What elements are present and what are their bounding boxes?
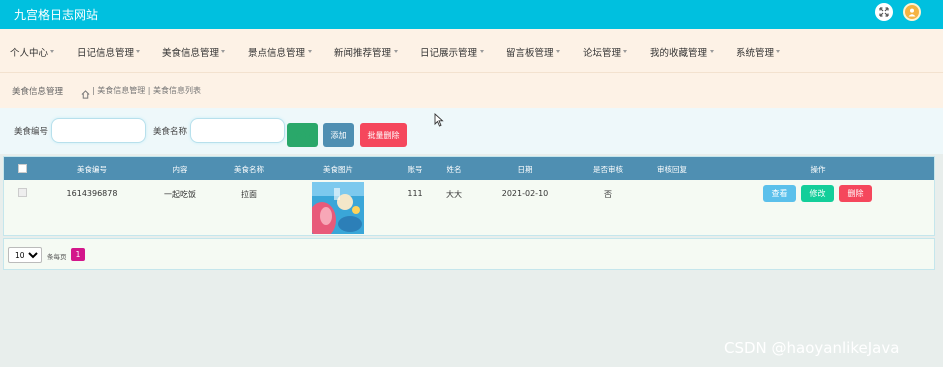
chevron-down-icon — [556, 50, 560, 53]
food-name-input[interactable] — [190, 118, 285, 143]
edit-button[interactable]: 修改 — [801, 185, 834, 202]
row-checkbox[interactable] — [18, 188, 27, 197]
food-name-label: 美食名称 — [153, 127, 188, 137]
cell-person: 大大 — [446, 190, 462, 199]
nav-item-forum[interactable]: 论坛管理 — [583, 45, 621, 59]
breadcrumb-path[interactable]: | 美食信息管理 | 美食信息列表 — [92, 85, 201, 96]
food-id-input[interactable] — [51, 118, 146, 143]
nav-item-diary-display[interactable]: 日记展示管理 — [420, 45, 477, 59]
food-table: 美食编号 内容 美食名称 美食图片 账号 姓名 日期 是否审核 审核回复 操作 … — [3, 156, 935, 236]
watermark-text: CSDN @haoyanlikeJava — [724, 339, 900, 357]
nav-item-news-recommend[interactable]: 新闻推荐管理 — [334, 45, 391, 59]
th-food-name[interactable]: 美食名称 — [234, 164, 264, 175]
chevron-down-icon — [710, 50, 714, 53]
chevron-down-icon — [776, 50, 780, 53]
cell-date: 2021-02-10 — [501, 189, 549, 198]
cell-food-name: 拉面 — [241, 190, 257, 199]
select-all-checkbox[interactable] — [18, 164, 27, 173]
nav-item-food-info[interactable]: 美食信息管理 — [162, 45, 219, 59]
fullscreen-icon[interactable] — [875, 3, 893, 21]
chevron-down-icon — [308, 50, 312, 53]
th-account[interactable]: 账号 — [408, 164, 423, 175]
table-header: 美食编号 内容 美食名称 美食图片 账号 姓名 日期 是否审核 审核回复 操作 — [4, 157, 934, 180]
page-size-select[interactable]: 10 — [8, 247, 42, 263]
site-title: 九宫格日志网站 — [14, 8, 99, 22]
cell-reviewed: 否 — [604, 190, 612, 199]
avatar-icon[interactable] — [903, 3, 921, 21]
view-button[interactable]: 查看 — [763, 185, 796, 202]
th-content[interactable]: 内容 — [173, 164, 188, 175]
nav-item-personal-center[interactable]: 个人中心 — [10, 45, 48, 59]
nav-item-diary-info[interactable]: 日记信息管理 — [77, 45, 134, 59]
nav-item-message-board[interactable]: 留言板管理 — [506, 45, 554, 59]
th-food-image: 美食图片 — [323, 165, 353, 174]
breadcrumb: 美食信息管理 | 美食信息管理 | 美食信息列表 — [0, 73, 943, 108]
nav-item-favorites[interactable]: 我的收藏管理 — [650, 45, 707, 59]
chevron-down-icon — [136, 50, 140, 53]
pagination: 10 条每页 1 — [3, 238, 935, 270]
th-food-id[interactable]: 美食编号 — [77, 164, 107, 175]
cell-account: 111 — [407, 189, 423, 198]
nav-item-system[interactable]: 系统管理 — [736, 45, 774, 59]
th-reply[interactable]: 审核回复 — [657, 164, 687, 175]
main-nav: 个人中心 日记信息管理 美食信息管理 景点信息管理 新闻推荐管理 日记展示管理 … — [0, 29, 943, 73]
page-title: 美食信息管理 — [12, 87, 64, 97]
chevron-down-icon — [50, 50, 54, 53]
cell-content: 一起吃饭 — [164, 190, 196, 199]
query-button[interactable]: 查询 — [287, 123, 318, 147]
per-page-label: 条每页 — [47, 253, 67, 261]
th-actions: 操作 — [810, 165, 826, 174]
chevron-down-icon — [394, 50, 398, 53]
chevron-down-icon — [623, 50, 627, 53]
top-bar: 九宫格日志网站 — [0, 0, 943, 29]
food-id-label: 美食编号 — [14, 127, 49, 137]
add-button[interactable]: 添加 — [323, 123, 354, 147]
mouse-cursor-icon — [434, 112, 444, 131]
food-image[interactable] — [312, 182, 364, 234]
th-date[interactable]: 日期 — [518, 164, 533, 175]
batch-delete-button[interactable]: 批量删除 — [360, 123, 407, 147]
page-number-current[interactable]: 1 — [71, 248, 85, 261]
home-icon[interactable] — [81, 84, 90, 103]
cell-food-id: 1614396878 — [66, 189, 118, 198]
chevron-down-icon — [221, 50, 225, 53]
th-reviewed[interactable]: 是否审核 — [593, 164, 623, 175]
th-person[interactable]: 姓名 — [447, 164, 462, 175]
delete-button[interactable]: 删除 — [839, 185, 872, 202]
search-form: 美食编号 美食名称 查询 添加 批量删除 — [0, 108, 943, 154]
chevron-down-icon — [480, 50, 484, 53]
nav-item-scenic-info[interactable]: 景点信息管理 — [248, 45, 305, 59]
